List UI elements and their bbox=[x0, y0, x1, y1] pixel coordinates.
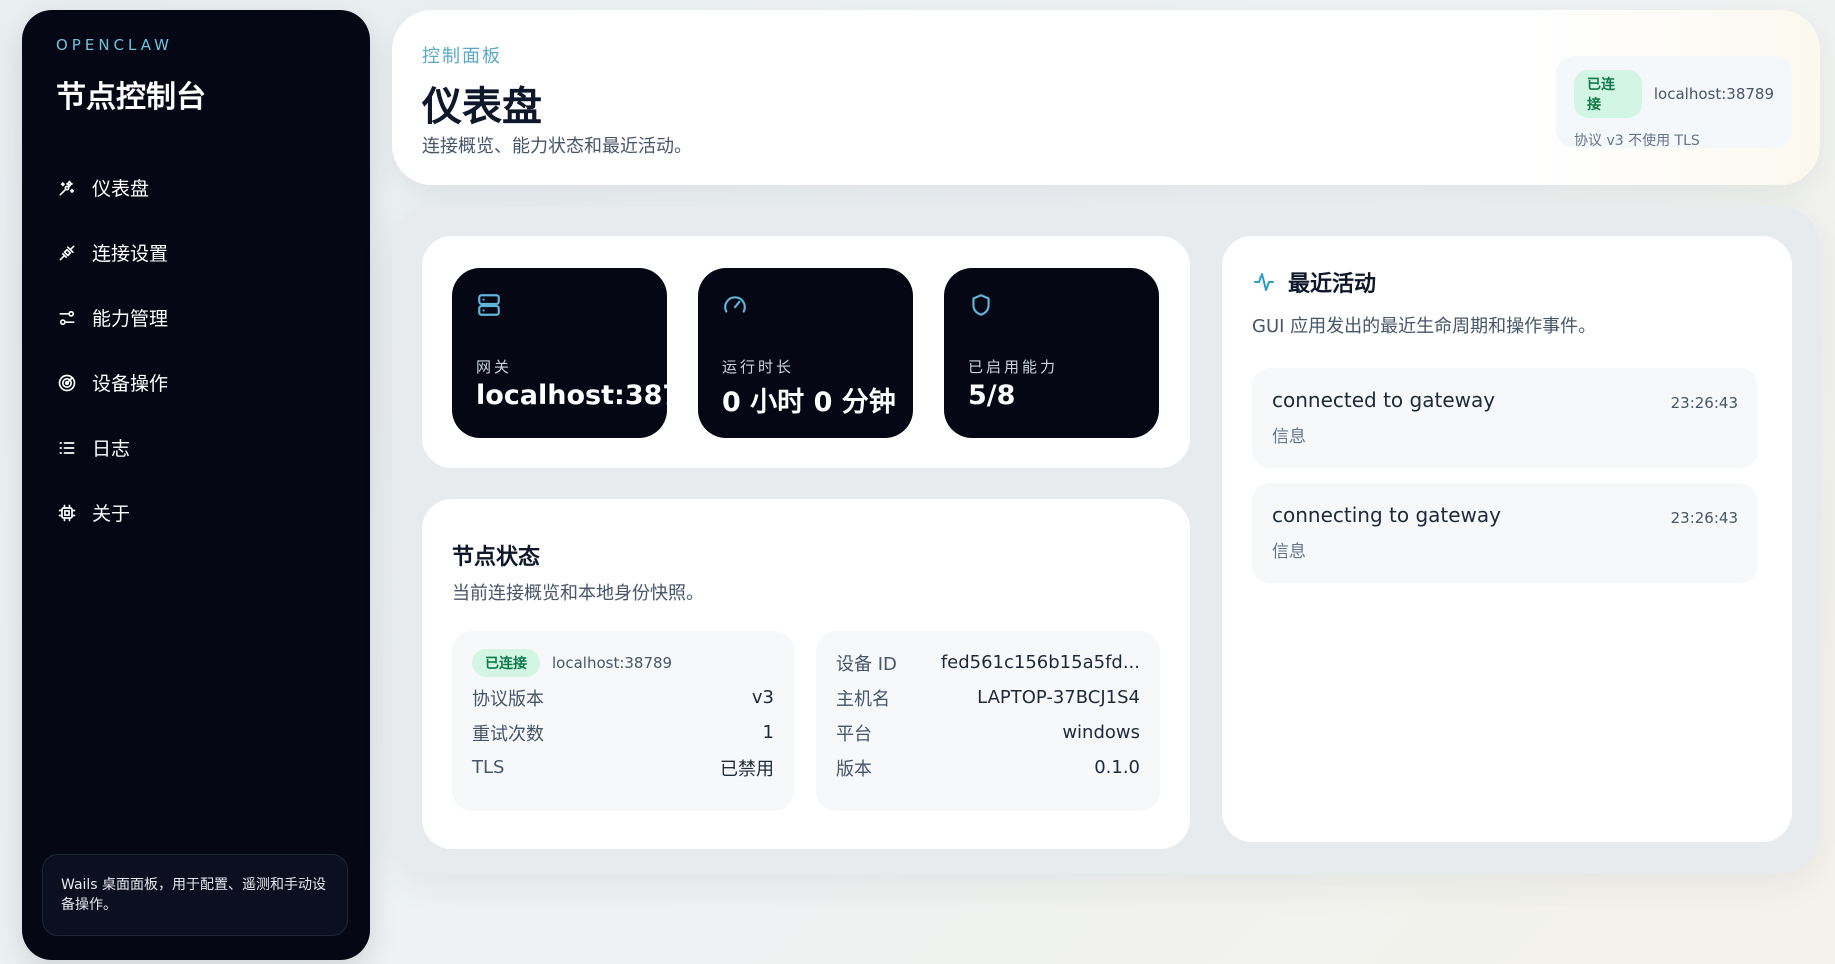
sidebar-item-label: 连接设置 bbox=[92, 243, 169, 265]
page-header: 控制面板 仪表盘 连接概览、能力状态和最近活动。 已连接 localhost:3… bbox=[392, 10, 1820, 185]
info-row-tls: TLS 已禁用 bbox=[472, 750, 774, 785]
activity-item[interactable]: connecting to gateway 信息 23:26:43 bbox=[1252, 483, 1758, 583]
info-key: 版本 bbox=[836, 758, 872, 780]
info-value: v3 bbox=[751, 687, 774, 708]
sidebar-item-label: 仪表盘 bbox=[92, 178, 150, 200]
info-key: 协议版本 bbox=[472, 688, 544, 710]
connection-host: localhost:38789 bbox=[552, 653, 673, 672]
status-badge: 已连接 bbox=[472, 648, 540, 677]
info-row-retries: 重试次数 1 bbox=[472, 715, 774, 750]
sidebar-footer-note: Wails 桌面面板，用于配置、遥测和手动设备操作。 bbox=[42, 854, 348, 936]
activity-time: 23:26:43 bbox=[1670, 509, 1738, 527]
status-badge: 已连接 bbox=[1574, 70, 1642, 118]
activity-pulse-icon bbox=[1254, 273, 1274, 291]
stat-gateway: 网关 localhost:38789 bbox=[452, 268, 667, 438]
server-icon bbox=[478, 294, 500, 316]
activity-title: 最近活动 bbox=[1288, 272, 1377, 297]
info-value: windows bbox=[1062, 722, 1140, 743]
breadcrumb: 控制面板 bbox=[422, 46, 502, 67]
sidebar-nav: 仪表盘 连接设置 能力管理 设备操作 日志 关于 bbox=[56, 155, 346, 545]
connection-host: localhost:38789 bbox=[1653, 85, 1774, 103]
sidebar-item-logs[interactable]: 日志 bbox=[56, 415, 346, 480]
info-value: 0.1.0 bbox=[1094, 757, 1140, 778]
info-row-protocol: 协议版本 v3 bbox=[472, 680, 774, 715]
stat-uptime: 运行时长 0 小时 0 分钟 bbox=[698, 268, 913, 438]
activity-message: connecting to gateway bbox=[1272, 503, 1501, 527]
app-root: OPENCLAW 节点控制台 仪表盘 连接设置 能力管理 设备操作 日志 关于 … bbox=[0, 0, 1835, 964]
node-status-card: 节点状态 当前连接概览和本地身份快照。 已连接 localhost:38789 … bbox=[422, 499, 1190, 849]
recent-activity-card: 最近活动 GUI 应用发出的最近生命周期和操作事件。 connected to … bbox=[1222, 236, 1792, 842]
info-key: 重试次数 bbox=[472, 723, 544, 745]
main-panel: 网关 localhost:38789 运行时长 0 小时 0 分钟 已启用能力 … bbox=[392, 206, 1820, 874]
sidebar-item-capabilities[interactable]: 能力管理 bbox=[56, 285, 346, 350]
chip-icon bbox=[56, 502, 78, 524]
stat-value: 5/8 bbox=[968, 380, 1016, 411]
activity-title-row: 最近活动 bbox=[1252, 266, 1376, 298]
node-status-title: 节点状态 bbox=[452, 545, 541, 570]
plug-icon bbox=[56, 242, 78, 264]
stats-card: 网关 localhost:38789 运行时长 0 小时 0 分钟 已启用能力 … bbox=[422, 236, 1190, 468]
connection-info-box: 已连接 localhost:38789 协议版本 v3 重试次数 1 TLS 已… bbox=[452, 631, 794, 811]
sidebar-item-connection[interactable]: 连接设置 bbox=[56, 220, 346, 285]
activity-level: 信息 bbox=[1272, 542, 1306, 562]
stat-value: 0 小时 0 分钟 bbox=[722, 387, 896, 418]
stat-label: 运行时长 bbox=[722, 358, 795, 376]
info-value: fed561c156b15a5fd... bbox=[940, 652, 1140, 673]
info-key: 设备 ID bbox=[836, 653, 897, 675]
info-key: 主机名 bbox=[836, 688, 890, 710]
info-value: 已禁用 bbox=[720, 758, 774, 780]
brand-title: 节点控制台 bbox=[56, 80, 206, 115]
stat-value: localhost:38789 bbox=[476, 380, 667, 411]
info-row-version: 版本 0.1.0 bbox=[836, 750, 1140, 785]
sidebar-item-label: 日志 bbox=[92, 438, 131, 460]
activity-list: connected to gateway 信息 23:26:43 connect… bbox=[1252, 368, 1758, 598]
sidebar: OPENCLAW 节点控制台 仪表盘 连接设置 能力管理 设备操作 日志 关于 … bbox=[22, 10, 370, 960]
activity-item[interactable]: connected to gateway 信息 23:26:43 bbox=[1252, 368, 1758, 468]
info-row-device-id: 设备 ID fed561c156b15a5fd... bbox=[836, 645, 1140, 680]
info-key: TLS bbox=[472, 757, 505, 778]
target-icon bbox=[56, 372, 78, 394]
info-row-hostname: 主机名 LAPTOP-37BCJ1S4 bbox=[836, 680, 1140, 715]
activity-message: connected to gateway bbox=[1272, 388, 1496, 412]
stat-capabilities: 已启用能力 5/8 bbox=[944, 268, 1159, 438]
dashboard-sparkle-icon bbox=[56, 177, 78, 199]
activity-level: 信息 bbox=[1272, 427, 1306, 447]
node-status-subtitle: 当前连接概览和本地身份快照。 bbox=[452, 583, 704, 604]
gauge-icon bbox=[724, 296, 746, 313]
sidebar-item-label: 关于 bbox=[92, 503, 131, 525]
stat-label: 网关 bbox=[476, 358, 513, 376]
shield-icon bbox=[972, 294, 990, 316]
page-title: 仪表盘 bbox=[422, 84, 542, 130]
stat-label: 已启用能力 bbox=[968, 358, 1059, 376]
connection-summary: 已连接 localhost:38789 协议 v3 不使用 TLS bbox=[1556, 56, 1792, 149]
activity-subtitle: GUI 应用发出的最近生命周期和操作事件。 bbox=[1252, 316, 1597, 337]
list-icon bbox=[56, 437, 78, 459]
info-row-platform: 平台 windows bbox=[836, 715, 1140, 750]
sidebar-item-device-ops[interactable]: 设备操作 bbox=[56, 350, 346, 415]
page-subtitle: 连接概览、能力状态和最近活动。 bbox=[422, 136, 692, 157]
connection-protocol: 协议 v3 不使用 TLS bbox=[1574, 133, 1700, 149]
identity-info-box: 设备 ID fed561c156b15a5fd... 主机名 LAPTOP-37… bbox=[816, 631, 1160, 811]
activity-time: 23:26:43 bbox=[1670, 394, 1738, 412]
sidebar-item-label: 能力管理 bbox=[92, 308, 169, 330]
info-value: 1 bbox=[762, 722, 774, 743]
brand-overline: OPENCLAW bbox=[56, 36, 173, 54]
sidebar-item-about[interactable]: 关于 bbox=[56, 480, 346, 545]
sidebar-item-dashboard[interactable]: 仪表盘 bbox=[56, 155, 346, 220]
info-key: 平台 bbox=[836, 723, 872, 745]
info-value: LAPTOP-37BCJ1S4 bbox=[977, 687, 1140, 708]
sliders-icon bbox=[56, 307, 78, 329]
sidebar-item-label: 设备操作 bbox=[92, 373, 169, 395]
